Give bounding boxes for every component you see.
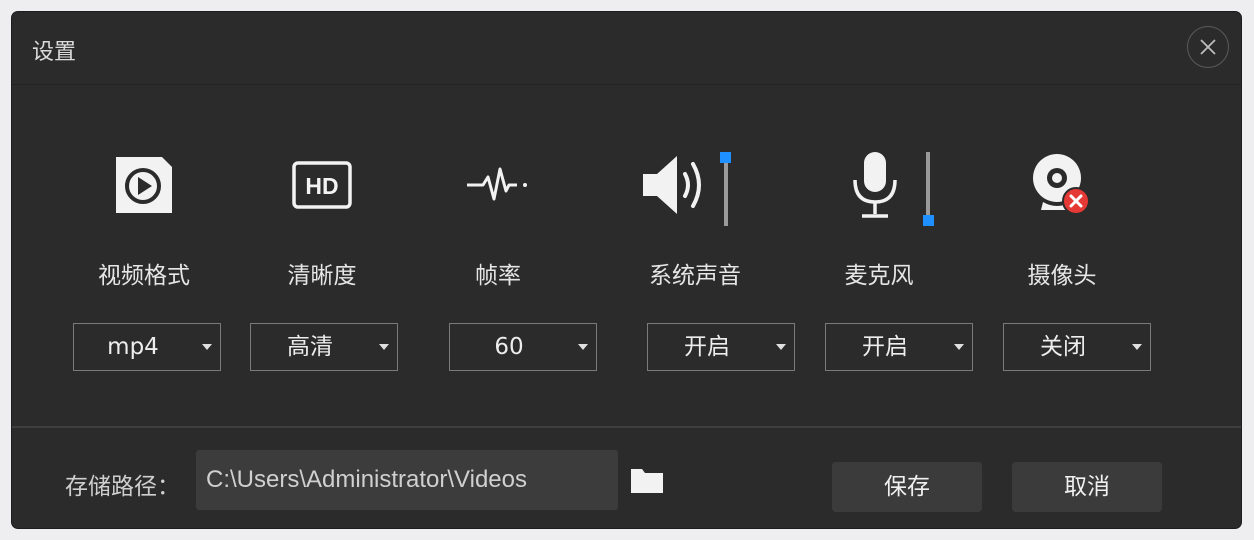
microphone-label: 麦克风 [844, 263, 914, 289]
clarity-value: 高清 [287, 334, 333, 360]
settings-dialog: 设置 视频格式 mp4 HD 清晰度 高清 帧率 60 系统声音 开启 麦克风 … [12, 12, 1241, 528]
system-sound-select[interactable]: 开启 [647, 323, 795, 371]
folder-icon [631, 469, 663, 493]
camera-label: 摄像头 [1027, 263, 1097, 289]
microphone-setting [775, 150, 975, 220]
chevron-down-icon [954, 344, 964, 350]
clarity-setting: HD [222, 150, 422, 220]
section-divider [12, 426, 1241, 428]
video-format-select[interactable]: mp4 [73, 323, 221, 371]
system-sound-volume-slider[interactable] [724, 156, 728, 226]
webcam-disabled-icon [1033, 154, 1090, 215]
cancel-button[interactable]: 取消 [1012, 462, 1162, 512]
camera-select[interactable]: 关闭 [1003, 323, 1151, 371]
system-sound-volume-handle[interactable] [720, 152, 731, 163]
clarity-label: 清晰度 [287, 263, 357, 289]
system-sound-label: 系统声音 [649, 263, 741, 289]
storage-path-label: 存储路径： [65, 474, 180, 500]
microphone-icon [853, 152, 897, 218]
microphone-volume-handle[interactable] [923, 215, 934, 226]
system-sound-value: 开启 [684, 334, 730, 360]
frame-rate-value: 60 [494, 334, 524, 360]
storage-path-field[interactable]: C:\Users\Administrator\Videos [196, 450, 618, 510]
close-icon [1200, 39, 1216, 55]
chevron-down-icon [202, 344, 212, 350]
dialog-title: 设置 [32, 40, 77, 65]
speaker-icon [643, 156, 701, 214]
chevron-down-icon [1132, 344, 1142, 350]
clarity-select[interactable]: 高清 [250, 323, 398, 371]
chevron-down-icon [578, 344, 588, 350]
title-bar: 设置 [12, 12, 1241, 85]
frame-rate-setting [398, 150, 598, 220]
system-sound-setting [574, 150, 774, 220]
video-format-value: mp4 [107, 334, 159, 360]
camera-setting [962, 150, 1162, 220]
camera-value: 关闭 [1040, 334, 1086, 360]
svg-text:HD: HD [305, 173, 338, 199]
video-format-setting [44, 150, 244, 220]
close-button[interactable] [1187, 26, 1229, 68]
chevron-down-icon [776, 344, 786, 350]
microphone-select[interactable]: 开启 [825, 323, 973, 371]
waveform-icon [467, 167, 527, 201]
video-format-label: 视频格式 [98, 263, 190, 289]
save-button[interactable]: 保存 [832, 462, 982, 512]
frame-rate-label: 帧率 [475, 263, 521, 289]
frame-rate-select[interactable]: 60 [449, 323, 597, 371]
chevron-down-icon [379, 344, 389, 350]
video-play-icon [116, 157, 172, 213]
microphone-value: 开启 [862, 334, 908, 360]
hd-icon: HD [292, 161, 352, 209]
browse-folder-button[interactable] [629, 465, 665, 495]
microphone-volume-slider[interactable] [926, 152, 930, 224]
